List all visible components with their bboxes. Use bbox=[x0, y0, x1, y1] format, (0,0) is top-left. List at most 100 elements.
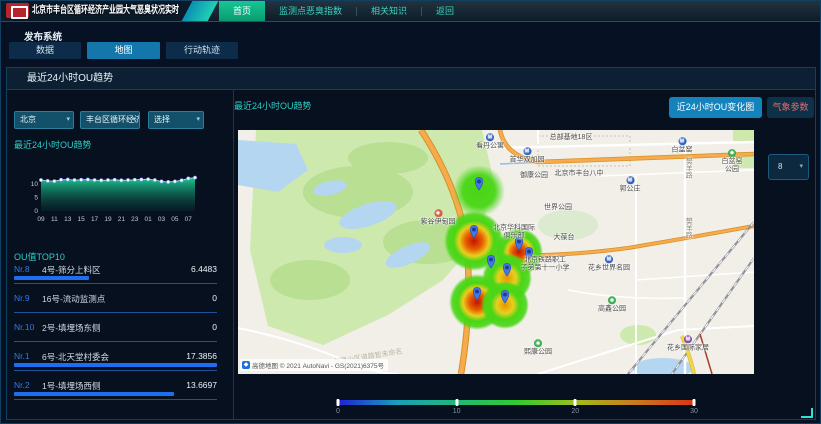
map-label: M白盆窑 bbox=[672, 137, 693, 154]
tab-knowledge[interactable]: 相关知识 bbox=[357, 1, 421, 21]
colorbar-tick bbox=[455, 399, 458, 406]
svg-text:19: 19 bbox=[104, 216, 112, 223]
rank-number: Nr.2 bbox=[14, 380, 30, 390]
metro-icon: M bbox=[678, 137, 686, 145]
rank-name: 1号-填埋场西侧 bbox=[42, 380, 101, 392]
park-icon: ♣ bbox=[534, 339, 542, 347]
trend-xticks: 091113151719212301030507 bbox=[37, 216, 192, 223]
rank-name: 2号-填埋场东侧 bbox=[42, 322, 101, 334]
colorbar-label: 0 bbox=[336, 408, 340, 415]
ou-change-map-button[interactable]: 近24小时OU变化图 bbox=[669, 97, 762, 118]
rank-row: Nr.10 2号-填埋场东侧 0 bbox=[14, 322, 217, 348]
map-label: 北京铁路职工 子弟第十一小学 bbox=[521, 257, 570, 274]
rank-bar bbox=[14, 363, 217, 367]
svg-text:07: 07 bbox=[185, 216, 193, 223]
nav-tabs: 首页 监测点恶臭指数 相关知识 返回 bbox=[219, 1, 468, 21]
trend-yticks: 0 5 10 bbox=[31, 181, 39, 215]
rank-value: 17.3856 bbox=[186, 351, 217, 361]
metro-icon: M bbox=[626, 176, 634, 184]
svg-text:09: 09 bbox=[37, 216, 45, 223]
map-label: M首华双加园 bbox=[510, 147, 545, 164]
map-label: 世界公园 bbox=[544, 204, 572, 212]
map-label: ♣高鑫公园 bbox=[598, 296, 626, 313]
map-label: 总部基地18区 bbox=[550, 134, 593, 142]
tab-home[interactable]: 首页 bbox=[219, 1, 265, 21]
colorbar-label: 20 bbox=[571, 408, 579, 415]
app-logo-icon bbox=[6, 3, 29, 18]
metro-icon: M bbox=[486, 133, 494, 141]
metro-purple-icon: M bbox=[684, 335, 692, 343]
svg-text:10: 10 bbox=[31, 181, 39, 188]
map-label: M郭公庄 bbox=[620, 176, 641, 193]
system-label: 发布系统 bbox=[24, 29, 62, 43]
svg-text:23: 23 bbox=[131, 216, 139, 223]
rank-value: 0 bbox=[212, 322, 217, 332]
rank-divider bbox=[14, 399, 217, 400]
weather-params-button[interactable]: 气象参数 bbox=[767, 97, 814, 118]
map-label: ♣熙康公园 bbox=[524, 339, 552, 356]
heatmap-colorbar: 0 10 20 30 bbox=[338, 400, 694, 405]
trend-chart-svg: 0510 091113151719212301030507 bbox=[27, 167, 203, 229]
rank-name: 4号-筛分上料区 bbox=[42, 264, 101, 276]
rank-value: 6.4483 bbox=[191, 264, 217, 274]
tab-back[interactable]: 返回 bbox=[422, 1, 468, 21]
colorbar-tick bbox=[693, 399, 696, 406]
map-trend-label: 最近24小时OU趋势 bbox=[234, 99, 312, 112]
map-label: M看丹公寓 bbox=[476, 133, 504, 150]
svg-text:01: 01 bbox=[145, 216, 153, 223]
rank-name: 16号-流动监测点 bbox=[42, 293, 105, 305]
rank-divider bbox=[14, 370, 217, 371]
colorbar-label: 30 bbox=[690, 408, 698, 415]
corner-accent bbox=[801, 408, 813, 418]
rank-row: Nr.8 4号-筛分上料区 6.4483 bbox=[14, 264, 217, 290]
data-button[interactable]: 数据 bbox=[9, 42, 81, 59]
track-button[interactable]: 行动轨迹 bbox=[166, 42, 238, 59]
svg-text:11: 11 bbox=[51, 216, 58, 223]
svg-text:5: 5 bbox=[34, 195, 38, 202]
rank-number: Nr.1 bbox=[14, 351, 30, 361]
svg-text:05: 05 bbox=[171, 216, 179, 223]
rank-bar bbox=[14, 392, 174, 396]
rank-divider bbox=[14, 283, 217, 284]
map-button[interactable]: 地图 bbox=[87, 42, 160, 59]
divider bbox=[233, 89, 234, 420]
rank-divider bbox=[14, 312, 217, 313]
map-attribution: ◆ 高德地图 © 2021 AutoNavi - GS(2021)6375号 bbox=[240, 359, 388, 371]
top10-label: OU值TOP10 bbox=[14, 250, 65, 263]
panel-title: 最近24小时OU趋势 bbox=[27, 68, 113, 89]
map-label: 樊羊路 bbox=[684, 158, 692, 179]
svg-text:17: 17 bbox=[91, 216, 99, 223]
top-navbar: 北京市丰台区循环经济产业园大气恶臭状况实时 首页 监测点恶臭指数 相关知识 返回 bbox=[1, 1, 821, 22]
park-icon: ♣ bbox=[608, 296, 616, 304]
rank-number: Nr.9 bbox=[14, 293, 30, 303]
chevron-down-icon: ▾ bbox=[196, 112, 200, 128]
rank-row: Nr.1 6号-北天堂村委会 17.3856 bbox=[14, 351, 217, 377]
chevron-down-icon: ▾ bbox=[66, 112, 70, 128]
app-title: 北京市丰台区循环经济产业园大气恶臭状况实时 bbox=[32, 1, 179, 21]
metro-icon: M bbox=[605, 255, 613, 263]
map-label: M花乡世界名园 bbox=[588, 255, 630, 272]
chevron-down-icon: ▾ bbox=[132, 112, 136, 128]
svg-text:03: 03 bbox=[158, 216, 166, 223]
map-label: 北京市丰台八中 bbox=[555, 170, 604, 178]
map-label: 北京华科国际 俱乐部 bbox=[493, 225, 535, 242]
amap-logo-icon: ◆ bbox=[242, 361, 250, 369]
rank-number: Nr.8 bbox=[14, 264, 30, 274]
map-label: ♣白盆窑公园 bbox=[721, 149, 743, 175]
svg-text:15: 15 bbox=[78, 216, 86, 223]
scenic-icon: ★ bbox=[434, 209, 442, 217]
rank-name: 6号-北天堂村委会 bbox=[42, 351, 109, 363]
rank-value: 13.6697 bbox=[186, 380, 217, 390]
map-layer-select[interactable]: 8 ▾ bbox=[768, 154, 809, 180]
rank-divider bbox=[14, 341, 217, 342]
map-labels: M看丹公寓总部基地18区M首华双加园御康公园北京市丰台八中M郭公庄M白盆窑♣白盆… bbox=[238, 130, 754, 374]
park-icon: ♣ bbox=[728, 149, 736, 157]
app-window: 北京市丰台区循环经济产业园大气恶臭状况实时 首页 监测点恶臭指数 相关知识 返回… bbox=[0, 0, 821, 424]
tab-odor-index[interactable]: 监测点恶臭指数 bbox=[265, 1, 356, 21]
svg-text:0: 0 bbox=[34, 208, 38, 215]
map-label: 大葆台 bbox=[554, 234, 575, 242]
park-select[interactable]: 丰台区循环经济产▾ bbox=[80, 111, 140, 129]
map-canvas[interactable]: M看丹公寓总部基地18区M首华双加园御康公园北京市丰台八中M郭公庄M白盆窑♣白盆… bbox=[238, 130, 754, 374]
city-select[interactable]: 北京▾ bbox=[14, 111, 74, 129]
station-select[interactable]: 选择▾ bbox=[148, 111, 204, 129]
